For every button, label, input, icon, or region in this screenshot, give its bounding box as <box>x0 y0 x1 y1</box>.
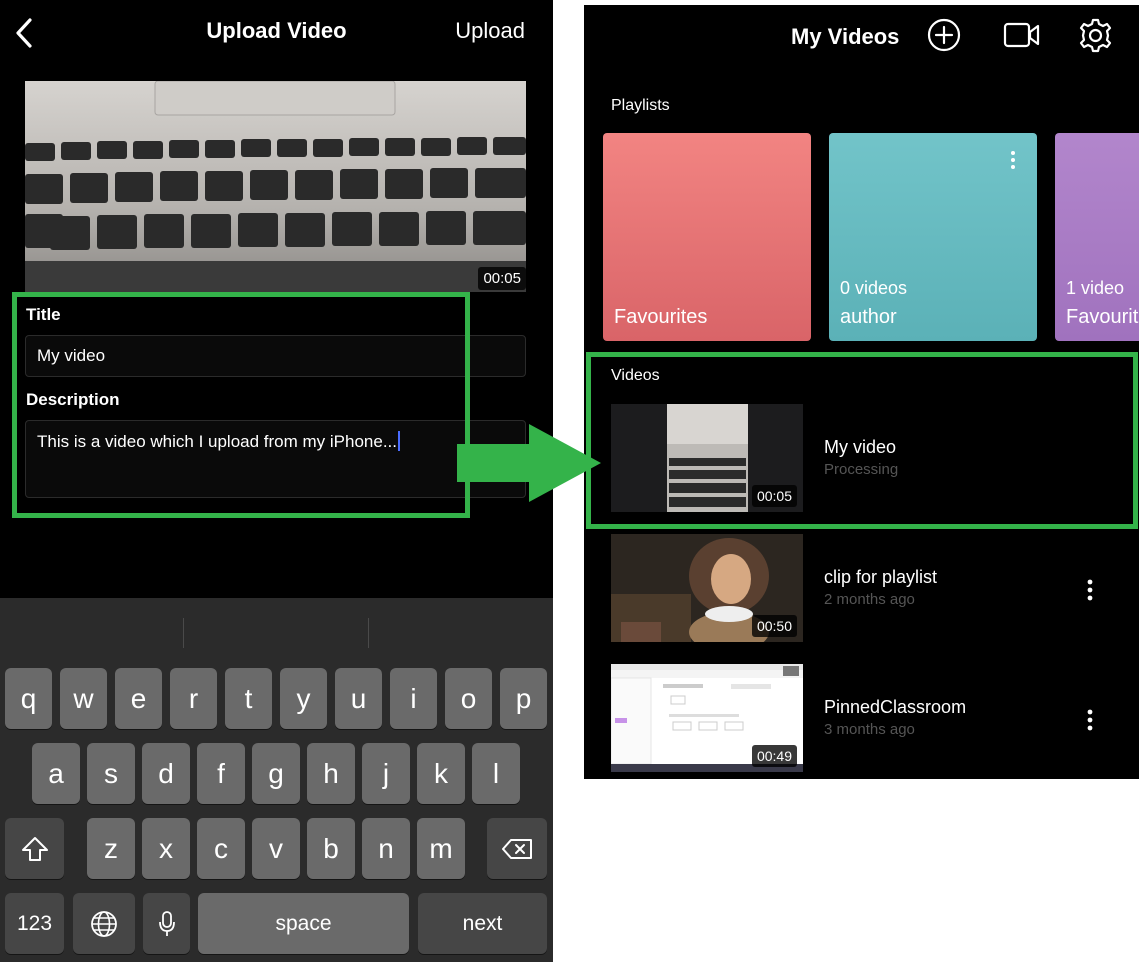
playlist-name: Favourites <box>1066 306 1139 328</box>
key-c[interactable]: c <box>197 818 245 879</box>
shift-arrow-icon <box>21 836 48 861</box>
video-date: 3 months ago <box>824 721 915 738</box>
key-r[interactable]: r <box>170 668 217 729</box>
duration-badge: 00:05 <box>478 267 526 290</box>
playlist-card-favourites[interactable]: Favourites <box>603 133 811 341</box>
key-l[interactable]: l <box>472 743 520 804</box>
highlight-box-upload-form <box>12 292 470 518</box>
playlist-count: 0 videos <box>840 278 908 298</box>
key-h[interactable]: h <box>307 743 355 804</box>
duration-badge: 00:49 <box>751 745 797 767</box>
key-b[interactable]: b <box>307 818 355 879</box>
microphone-icon <box>158 910 175 936</box>
highlight-box-new-video <box>586 352 1138 529</box>
key-x[interactable]: x <box>142 818 190 879</box>
key-e[interactable]: e <box>115 668 162 729</box>
key-s[interactable]: s <box>87 743 135 804</box>
key-o[interactable]: o <box>445 668 492 729</box>
key-f[interactable]: f <box>197 743 245 804</box>
key-v[interactable]: v <box>252 818 300 879</box>
backspace-icon <box>502 838 532 859</box>
duration-badge: 00:50 <box>751 615 797 637</box>
key-y[interactable]: y <box>280 668 327 729</box>
key-g[interactable]: g <box>252 743 300 804</box>
keyboard-photo-image <box>25 81 526 292</box>
video-title: clip for playlist <box>824 567 938 587</box>
playlist-name: author <box>840 306 897 328</box>
backspace-key[interactable] <box>487 818 547 879</box>
video-title: PinnedClassroom <box>824 697 967 717</box>
key-p[interactable]: p <box>500 668 547 729</box>
key-m[interactable]: m <box>417 818 465 879</box>
key-a[interactable]: a <box>32 743 80 804</box>
right-arrow-icon <box>457 424 601 502</box>
video-thumbnail: 00:49 <box>611 664 803 772</box>
video-camera-icon[interactable] <box>1003 22 1041 48</box>
playlist-name: Favourites <box>614 306 708 328</box>
key-t[interactable]: t <box>225 668 272 729</box>
playlists-heading: Playlists <box>611 97 670 114</box>
suggestion-divider <box>183 618 184 648</box>
shift-key[interactable] <box>5 818 64 879</box>
globe-key[interactable] <box>73 893 135 954</box>
video-list-item[interactable]: 00:50 clip for playlist 2 months ago <box>611 534 1131 642</box>
key-u[interactable]: u <box>335 668 382 729</box>
upload-button[interactable]: Upload <box>455 18 525 44</box>
key-w[interactable]: w <box>60 668 107 729</box>
video-list-item[interactable]: 00:49 PinnedClassroom 3 months ago <box>611 664 1131 772</box>
key-z[interactable]: z <box>87 818 135 879</box>
video-date: 2 months ago <box>824 591 915 608</box>
more-vertical-icon[interactable] <box>1087 579 1093 601</box>
key-i[interactable]: i <box>390 668 437 729</box>
next-key[interactable]: next <box>418 893 547 954</box>
space-key[interactable]: space <box>198 893 409 954</box>
key-q[interactable]: q <box>5 668 52 729</box>
more-vertical-icon[interactable] <box>1011 151 1015 169</box>
more-vertical-icon[interactable] <box>1087 709 1093 731</box>
add-circle-icon[interactable] <box>927 18 961 52</box>
playlist-count: 1 video <box>1066 278 1125 298</box>
playlist-card-author[interactable]: 0 videos author <box>829 133 1037 341</box>
playlist-card-favourites-2[interactable]: 1 video Favourites <box>1055 133 1139 341</box>
microphone-key[interactable] <box>143 893 190 954</box>
video-preview[interactable]: 00:05 <box>25 81 526 292</box>
key-k[interactable]: k <box>417 743 465 804</box>
key-j[interactable]: j <box>362 743 410 804</box>
numbers-key[interactable]: 123 <box>5 893 64 954</box>
suggestion-divider <box>368 618 369 648</box>
key-n[interactable]: n <box>362 818 410 879</box>
key-d[interactable]: d <box>142 743 190 804</box>
globe-icon <box>91 910 117 937</box>
gear-icon[interactable] <box>1078 18 1113 53</box>
page-title: My Videos <box>791 24 900 49</box>
video-thumbnail: 00:50 <box>611 534 803 642</box>
